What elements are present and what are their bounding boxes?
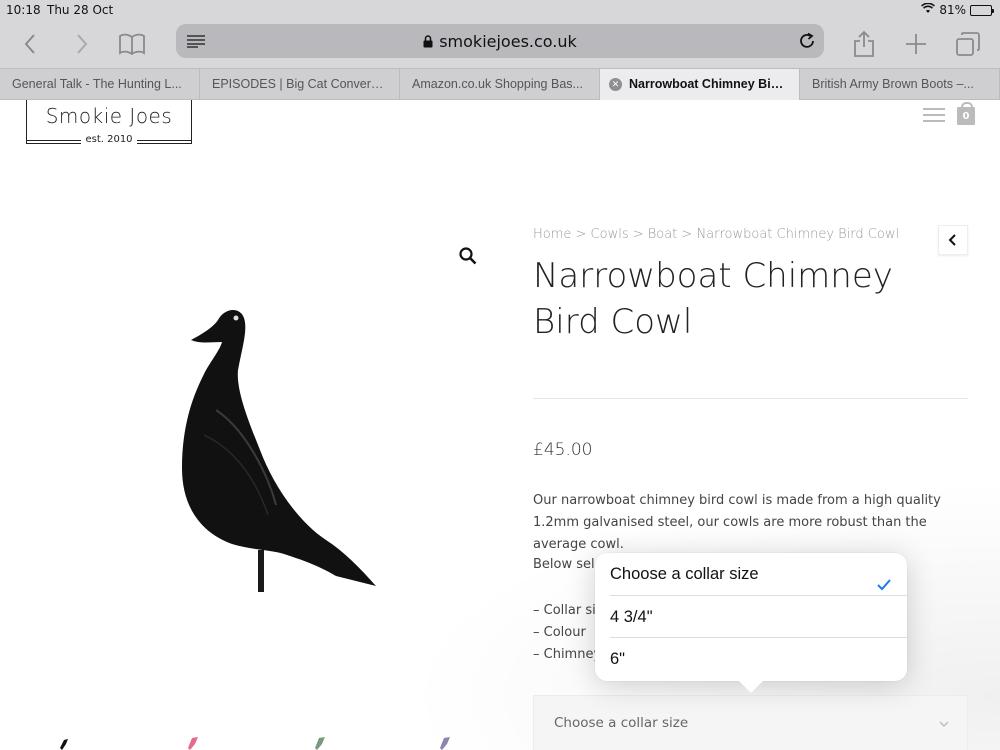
list-item: – Colour: [533, 625, 586, 640]
product-price: £45.00: [533, 440, 593, 460]
cart-count: 0: [962, 111, 970, 122]
product-image[interactable]: [176, 300, 386, 596]
browser-tab[interactable]: British Army Brown Boots –...: [800, 69, 1000, 100]
option-6[interactable]: 6": [610, 638, 907, 681]
browser-tab[interactable]: General Talk - The Hunting L...: [0, 69, 200, 100]
hamburger-menu-icon[interactable]: [923, 108, 945, 126]
logo-est-wrap: est. 2010: [27, 134, 191, 145]
collar-size-select-value: Choose a collar size: [554, 715, 689, 731]
browser-toolbar: smokiejoes.co.uk: [0, 20, 1000, 68]
site-logo[interactable]: Smokie Joes est. 2010: [26, 100, 192, 145]
address-bar[interactable]: smokiejoes.co.uk: [176, 24, 824, 58]
wifi-icon: [921, 2, 936, 17]
option-4-3-4[interactable]: 4 3/4": [610, 596, 907, 638]
url-text: smokiejoes.co.uk: [439, 32, 577, 51]
browser-tab-active[interactable]: ✕ Narrowboat Chimney Bird...: [600, 69, 800, 100]
logo-est: est. 2010: [81, 134, 137, 145]
list-item: – Chimney: [533, 647, 602, 662]
cart-icon[interactable]: 0: [957, 102, 975, 125]
product-options-list: – Collar siz – Colour – Chimney: [533, 600, 603, 666]
browser-tab[interactable]: Amazon.co.uk Shopping Bas...: [400, 69, 600, 100]
bookmarks-icon[interactable]: [116, 28, 148, 60]
tabs-overview-icon[interactable]: [952, 28, 984, 60]
product-options-intro: Below sele: [533, 557, 603, 572]
status-date: Thu 28 Oct: [47, 3, 114, 17]
battery-icon: [970, 4, 994, 16]
collar-size-select[interactable]: Choose a collar size: [533, 695, 968, 750]
breadcrumb[interactable]: Home > Cowls > Boat > Narrowboat Chimney…: [533, 227, 899, 242]
battery-percent: 81%: [939, 3, 966, 17]
forward-icon[interactable]: [66, 28, 98, 60]
collar-size-popover: Choose a collar size 4 3/4" 6": [595, 553, 907, 693]
chevron-down-icon: [939, 716, 949, 732]
tab-bar: General Talk - The Hunting L... EPISODES…: [0, 68, 1000, 100]
status-right: 81%: [921, 2, 994, 17]
option-label: 4 3/4": [610, 607, 653, 626]
close-tab-icon[interactable]: ✕: [609, 78, 622, 91]
previous-product-button[interactable]: [938, 225, 968, 255]
web-page: Smokie Joes est. 2010 0 Home > Cowls > B…: [0, 100, 1000, 750]
status-time: 10:18: [6, 3, 41, 17]
new-tab-icon[interactable]: [900, 28, 932, 60]
share-icon[interactable]: [848, 28, 880, 60]
reload-icon[interactable]: [796, 30, 818, 52]
option-choose-collar-size[interactable]: Choose a collar size: [610, 553, 907, 596]
product-description: Our narrowboat chimney bird cowl is made…: [533, 493, 941, 552]
option-label: Choose a collar size: [610, 565, 759, 583]
active-tab-label: Narrowboat Chimney Bird...: [629, 77, 794, 91]
zoom-icon[interactable]: [458, 246, 478, 266]
product-title: Narrowboat Chimney Bird Cowl: [533, 256, 893, 342]
option-label: 6": [610, 650, 626, 668]
divider: [533, 398, 968, 399]
list-item: – Collar siz: [533, 603, 603, 618]
url-text-wrap: smokiejoes.co.uk: [176, 32, 824, 52]
browser-tab[interactable]: EPISODES | Big Cat Convers...: [200, 69, 400, 100]
product-thumbnails[interactable]: [50, 730, 470, 750]
status-bar: 10:18 Thu 28 Oct 81%: [0, 0, 1000, 20]
chevron-left-icon: [948, 234, 956, 246]
back-icon[interactable]: [14, 28, 46, 60]
logo-name: Smokie Joes: [45, 104, 173, 128]
lock-icon: [423, 33, 433, 52]
